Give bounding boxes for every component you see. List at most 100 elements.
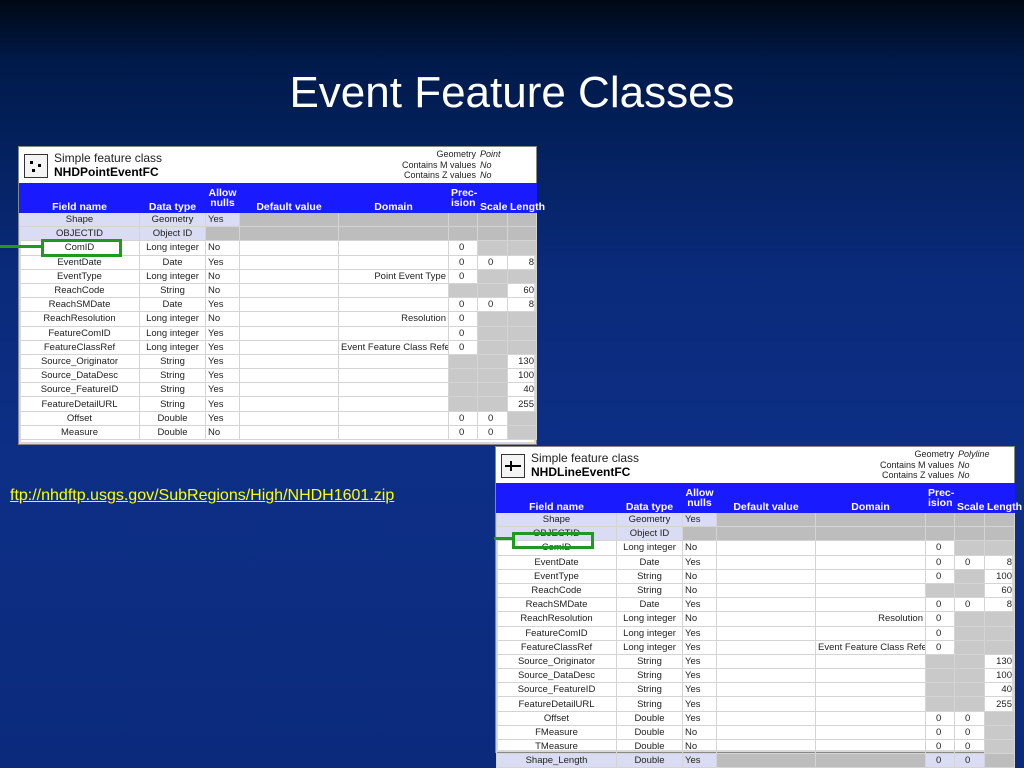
- field-name-cell: Shape: [496, 511, 617, 528]
- scale-cell: 0: [477, 410, 508, 426]
- precision-cell: 0: [448, 325, 478, 341]
- precision-cell: [925, 696, 955, 712]
- precision-cell: [925, 526, 955, 542]
- field-name-cell: ReachResolution: [19, 311, 140, 327]
- length-cell: 130: [984, 653, 1015, 670]
- meta-value: Polyline: [958, 449, 990, 459]
- table-row: Offset Double Yes 0 0: [19, 410, 537, 426]
- default-value-cell: [716, 526, 816, 542]
- default-value-cell: [239, 240, 339, 256]
- scale-cell: [477, 325, 508, 341]
- table-row: Source_DataDesc String Yes 100: [496, 668, 1015, 684]
- field-name-cell: FeatureClassRef: [19, 339, 140, 355]
- col-length: Length: [984, 483, 1022, 513]
- domain-cell: Event Feature Class Reference: [815, 639, 926, 655]
- length-cell: 255: [984, 696, 1015, 712]
- precision-cell: 0: [925, 724, 955, 741]
- scale-cell: [477, 268, 508, 284]
- field-name-cell: FeatureComID: [496, 625, 617, 641]
- meta-key: Geometry: [914, 449, 954, 459]
- default-value-cell: [239, 282, 339, 299]
- data-type-cell: Double: [139, 410, 206, 426]
- data-type-cell: String: [616, 682, 683, 698]
- allow-nulls-cell: No: [205, 240, 240, 256]
- scale-cell: 0: [477, 254, 508, 270]
- precision-cell: 0: [448, 240, 478, 256]
- table-header: Field name Data type Allow nulls Default …: [496, 483, 1022, 513]
- precision-cell: [448, 211, 478, 228]
- table-row: ReachSMDate Date Yes 0 0 8: [19, 297, 537, 313]
- domain-cell: Point Event Type: [338, 268, 449, 284]
- allow-nulls-cell: Yes: [205, 297, 240, 313]
- length-cell: [984, 511, 1015, 528]
- default-value-cell: [239, 396, 339, 412]
- default-value-cell: [716, 753, 816, 768]
- data-type-cell: Long integer: [616, 639, 683, 655]
- length-cell: 8: [507, 254, 537, 270]
- table-row: FeatureComID Long integer Yes 0: [496, 625, 1015, 641]
- meta-key: Contains Z values: [403, 170, 476, 180]
- default-value-cell: [716, 554, 816, 570]
- allow-nulls-cell: Yes: [682, 597, 717, 613]
- table-row: FeatureClassRef Long integer Yes Event Feat…: [19, 339, 537, 355]
- default-value-cell: [716, 682, 816, 698]
- allow-nulls-cell: Yes: [682, 511, 717, 528]
- precision-cell: [925, 682, 955, 698]
- domain-cell: [815, 710, 926, 726]
- col-allow-nulls: Allow nulls: [682, 483, 717, 513]
- allow-nulls-cell: Yes: [205, 339, 240, 355]
- length-cell: 100: [984, 668, 1015, 684]
- default-value-cell: [716, 625, 816, 641]
- length-cell: 8: [507, 297, 537, 313]
- field-name-cell: EventType: [496, 568, 617, 584]
- meta-key: Geometry: [436, 149, 476, 159]
- table-row: ReachResolution Long integer No Resolution 0: [496, 611, 1015, 627]
- precision-cell: 0: [925, 611, 955, 627]
- scale-cell: [477, 396, 508, 412]
- data-type-cell: Geometry: [616, 511, 683, 528]
- domain-cell: [338, 368, 449, 384]
- table-row: ReachResolution Long integer No Resolution 0: [19, 311, 537, 327]
- data-type-cell: String: [139, 396, 206, 412]
- allow-nulls-cell: No: [205, 268, 240, 284]
- length-cell: 40: [507, 382, 537, 398]
- domain-cell: [815, 540, 926, 556]
- precision-cell: [448, 226, 478, 242]
- domain-cell: [338, 240, 449, 256]
- allow-nulls-cell: Yes: [682, 625, 717, 641]
- table-row: ReachCode String No 60: [496, 582, 1015, 599]
- domain-cell: [338, 424, 449, 441]
- field-name-cell: EventType: [19, 268, 140, 284]
- default-value-cell: [239, 368, 339, 384]
- default-value-cell: [716, 738, 816, 755]
- feature-class-meta: Geometry Polyline Contains M values No Con…: [880, 449, 1004, 481]
- scale-cell: [954, 526, 985, 542]
- length-cell: [507, 311, 537, 327]
- scale-cell: [954, 568, 985, 584]
- default-value-cell: [716, 724, 816, 741]
- scale-cell: [477, 353, 508, 370]
- col-data-type: Data type: [139, 183, 206, 213]
- data-type-cell: Geometry: [139, 211, 206, 228]
- meta-value: No: [958, 470, 970, 480]
- domain-cell: [338, 211, 449, 228]
- allow-nulls-cell: No: [682, 738, 717, 755]
- field-name-cell: Measure: [19, 424, 140, 441]
- domain-cell: [338, 410, 449, 426]
- scale-cell: [477, 311, 508, 327]
- table-row: Shape Geometry Yes: [496, 511, 1015, 528]
- scale-cell: 0: [954, 753, 985, 768]
- precision-cell: [448, 396, 478, 412]
- data-type-cell: Date: [616, 597, 683, 613]
- allow-nulls-cell: Yes: [682, 554, 717, 570]
- download-link[interactable]: ftp://nhdftp.usgs.gov/SubRegions/High/NH…: [10, 487, 394, 505]
- scale-cell: [954, 625, 985, 641]
- col-domain: Domain: [338, 183, 449, 213]
- default-value-cell: [716, 668, 816, 684]
- field-name-cell: Offset: [19, 410, 140, 426]
- scale-cell: 0: [477, 424, 508, 441]
- scale-cell: 0: [477, 297, 508, 313]
- feature-class-meta: Geometry Point Contains M values No Contai…: [402, 149, 526, 181]
- domain-cell: [815, 724, 926, 741]
- length-cell: [984, 625, 1015, 641]
